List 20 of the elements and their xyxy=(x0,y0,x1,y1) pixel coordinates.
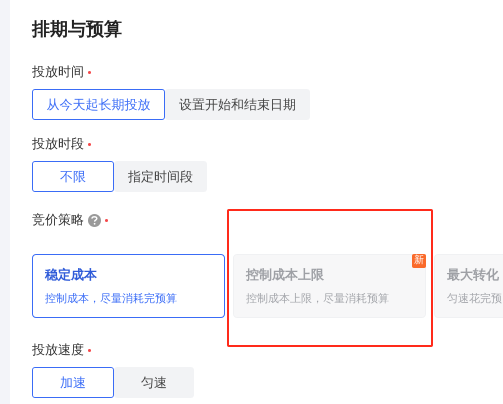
help-icon[interactable] xyxy=(88,214,101,226)
card-title: 控制成本上限 xyxy=(246,266,325,284)
segment-option[interactable]: 从今天起长期投放 xyxy=(32,89,165,120)
card-description: 匀速花完预 xyxy=(447,292,503,306)
field-label: 竞价策略 xyxy=(32,211,84,230)
field-label: 投放速度 xyxy=(32,341,84,360)
segment-option[interactable]: 指定时间段 xyxy=(114,161,207,192)
new-badge: 新 xyxy=(412,254,426,268)
card-description: 控制成本，尽量消耗完预算 xyxy=(45,292,178,306)
strategy-card[interactable]: 稳定成本 控制成本，尽量消耗完预算 xyxy=(32,254,225,318)
card-title: 最大转化 xyxy=(447,266,500,284)
section-title: 排期与预算 xyxy=(32,18,123,41)
card-description: 控制成本上限，尽量消耗预算 xyxy=(246,292,390,306)
field-label: 投放时段 xyxy=(32,135,84,154)
segment-option[interactable]: 加速 xyxy=(32,367,114,398)
field-label: 投放时间 xyxy=(32,63,84,82)
segment-option[interactable]: 设置开始和结束日期 xyxy=(165,89,310,120)
segment-option[interactable]: 不限 xyxy=(32,161,114,192)
segment-option[interactable]: 匀速 xyxy=(114,367,194,398)
card-title: 稳定成本 xyxy=(45,266,98,284)
